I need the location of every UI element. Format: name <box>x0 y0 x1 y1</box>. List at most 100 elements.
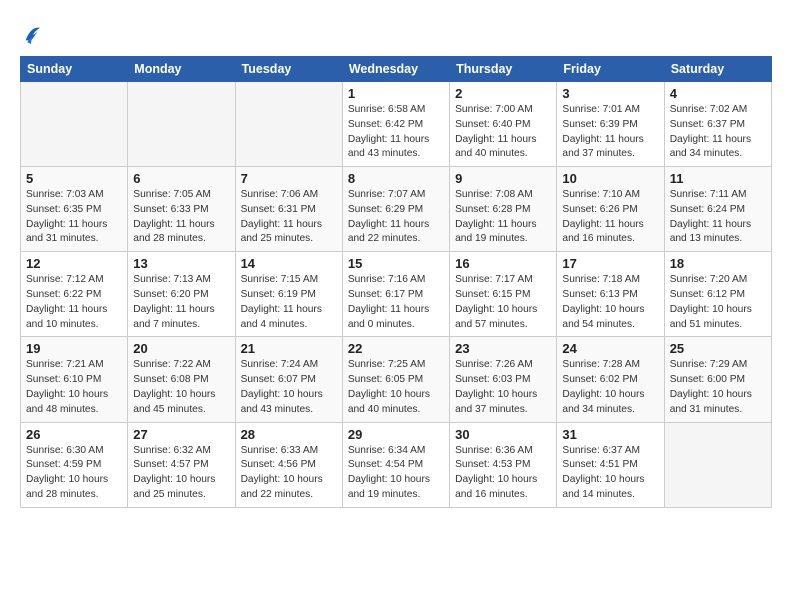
calendar-cell: 10 Sunrise: 7:10 AMSunset: 6:26 PMDayligh… <box>557 167 664 252</box>
day-info: Sunrise: 7:17 AMSunset: 6:15 PMDaylight:… <box>455 273 551 332</box>
calendar-cell: 12 Sunrise: 7:12 AMSunset: 6:22 PMDayligh… <box>21 252 128 337</box>
calendar-cell: 7Sunrise: 7:06 AMSunset: 6:31 PMDaylight… <box>235 167 342 252</box>
day-info: Sunrise: 7:29 AMSunset: 6:00 PMDaylight:… <box>670 358 766 417</box>
calendar-cell: 9Sunrise: 7:08 AMSunset: 6:28 PMDaylight… <box>450 167 557 252</box>
day-info: Sunrise: 7:07 AMSunset: 6:29 PMDaylight:… <box>348 188 444 247</box>
day-number: 3 <box>562 86 658 101</box>
day-number: 15 <box>348 256 444 271</box>
day-info: Sunrise: 7:10 AMSunset: 6:26 PMDaylight:… <box>562 188 658 247</box>
day-number: 8 <box>348 171 444 186</box>
day-number: 6 <box>133 171 229 186</box>
day-number: 19 <box>26 341 122 356</box>
header <box>20 20 772 46</box>
day-number: 18 <box>670 256 766 271</box>
day-info: Sunrise: 7:05 AMSunset: 6:33 PMDaylight:… <box>133 188 229 247</box>
calendar-cell: 27 Sunrise: 6:32 AMSunset: 4:57 PMDayligh… <box>128 422 235 507</box>
day-number: 14 <box>241 256 337 271</box>
day-number: 20 <box>133 341 229 356</box>
day-number: 25 <box>670 341 766 356</box>
calendar-cell: 24 Sunrise: 7:28 AMSunset: 6:02 PMDayligh… <box>557 337 664 422</box>
day-info: Sunrise: 7:20 AMSunset: 6:12 PMDaylight:… <box>670 273 766 332</box>
day-number: 22 <box>348 341 444 356</box>
calendar-cell: 4 Sunrise: 7:02 AMSunset: 6:37 PMDaylight… <box>664 82 771 167</box>
day-info: Sunrise: 7:25 AMSunset: 6:05 PMDaylight:… <box>348 358 444 417</box>
day-number: 24 <box>562 341 658 356</box>
day-info: Sunrise: 7:26 AMSunset: 6:03 PMDaylight:… <box>455 358 551 417</box>
calendar-page: SundayMondayTuesdayWednesdayThursdayFrid… <box>0 0 792 523</box>
day-info: Sunrise: 7:03 AMSunset: 6:35 PMDaylight:… <box>26 188 122 247</box>
calendar-cell <box>128 82 235 167</box>
weekday-header-wednesday: Wednesday <box>342 57 449 82</box>
calendar-cell: 14Sunrise: 7:15 AMSunset: 6:19 PMDayligh… <box>235 252 342 337</box>
calendar-week-row: 1 Sunrise: 6:58 AMSunset: 6:42 PMDaylight… <box>21 82 772 167</box>
calendar-week-row: 26 Sunrise: 6:30 AMSunset: 4:59 PMDayligh… <box>21 422 772 507</box>
day-info: Sunrise: 7:13 AMSunset: 6:20 PMDaylight:… <box>133 273 229 332</box>
calendar-cell: 2 Sunrise: 7:00 AMSunset: 6:40 PMDaylight… <box>450 82 557 167</box>
day-info: Sunrise: 7:12 AMSunset: 6:22 PMDaylight:… <box>26 273 122 332</box>
calendar-cell: 26 Sunrise: 6:30 AMSunset: 4:59 PMDayligh… <box>21 422 128 507</box>
day-info: Sunrise: 7:02 AMSunset: 6:37 PMDaylight:… <box>670 103 766 162</box>
day-number: 5 <box>26 171 122 186</box>
day-number: 2 <box>455 86 551 101</box>
calendar-cell <box>664 422 771 507</box>
calendar-cell <box>21 82 128 167</box>
calendar-cell: 17 Sunrise: 7:18 AMSunset: 6:13 PMDayligh… <box>557 252 664 337</box>
calendar-cell: 21Sunrise: 7:24 AMSunset: 6:07 PMDayligh… <box>235 337 342 422</box>
calendar-cell: 3 Sunrise: 7:01 AMSunset: 6:39 PMDaylight… <box>557 82 664 167</box>
day-number: 1 <box>348 86 444 101</box>
calendar-cell: 19Sunrise: 7:21 AMSunset: 6:10 PMDayligh… <box>21 337 128 422</box>
day-number: 26 <box>26 427 122 442</box>
calendar-cell: 1 Sunrise: 6:58 AMSunset: 6:42 PMDaylight… <box>342 82 449 167</box>
logo-bird-icon <box>22 24 40 46</box>
day-number: 29 <box>348 427 444 442</box>
day-number: 9 <box>455 171 551 186</box>
calendar-cell: 22 Sunrise: 7:25 AMSunset: 6:05 PMDayligh… <box>342 337 449 422</box>
day-number: 13 <box>133 256 229 271</box>
day-info: Sunrise: 6:32 AMSunset: 4:57 PMDaylight:… <box>133 444 229 503</box>
day-info: Sunrise: 7:24 AMSunset: 6:07 PMDaylight:… <box>241 358 337 417</box>
day-number: 4 <box>670 86 766 101</box>
day-info: Sunrise: 7:22 AMSunset: 6:08 PMDaylight:… <box>133 358 229 417</box>
calendar-cell <box>235 82 342 167</box>
calendar-cell: 16 Sunrise: 7:17 AMSunset: 6:15 PMDayligh… <box>450 252 557 337</box>
day-number: 28 <box>241 427 337 442</box>
day-info: Sunrise: 7:28 AMSunset: 6:02 PMDaylight:… <box>562 358 658 417</box>
day-number: 30 <box>455 427 551 442</box>
calendar-cell: 11 Sunrise: 7:11 AMSunset: 6:24 PMDayligh… <box>664 167 771 252</box>
day-info: Sunrise: 6:36 AMSunset: 4:53 PMDaylight:… <box>455 444 551 503</box>
calendar-header-row: SundayMondayTuesdayWednesdayThursdayFrid… <box>21 57 772 82</box>
day-number: 27 <box>133 427 229 442</box>
calendar-cell: 18 Sunrise: 7:20 AMSunset: 6:12 PMDayligh… <box>664 252 771 337</box>
logo <box>20 24 40 46</box>
weekday-header-sunday: Sunday <box>21 57 128 82</box>
weekday-header-tuesday: Tuesday <box>235 57 342 82</box>
day-number: 17 <box>562 256 658 271</box>
day-number: 10 <box>562 171 658 186</box>
day-info: Sunrise: 7:16 AMSunset: 6:17 PMDaylight:… <box>348 273 444 332</box>
day-info: Sunrise: 6:30 AMSunset: 4:59 PMDaylight:… <box>26 444 122 503</box>
calendar-cell: 8 Sunrise: 7:07 AMSunset: 6:29 PMDaylight… <box>342 167 449 252</box>
day-info: Sunrise: 7:06 AMSunset: 6:31 PMDaylight:… <box>241 188 337 247</box>
weekday-header-monday: Monday <box>128 57 235 82</box>
calendar-cell: 6 Sunrise: 7:05 AMSunset: 6:33 PMDaylight… <box>128 167 235 252</box>
calendar-week-row: 12 Sunrise: 7:12 AMSunset: 6:22 PMDayligh… <box>21 252 772 337</box>
calendar-cell: 15 Sunrise: 7:16 AMSunset: 6:17 PMDayligh… <box>342 252 449 337</box>
weekday-header-friday: Friday <box>557 57 664 82</box>
calendar-cell: 30 Sunrise: 6:36 AMSunset: 4:53 PMDayligh… <box>450 422 557 507</box>
day-info: Sunrise: 6:58 AMSunset: 6:42 PMDaylight:… <box>348 103 444 162</box>
calendar-cell: 25 Sunrise: 7:29 AMSunset: 6:00 PMDayligh… <box>664 337 771 422</box>
day-info: Sunrise: 7:00 AMSunset: 6:40 PMDaylight:… <box>455 103 551 162</box>
day-number: 12 <box>26 256 122 271</box>
calendar-cell: 5 Sunrise: 7:03 AMSunset: 6:35 PMDaylight… <box>21 167 128 252</box>
day-number: 23 <box>455 341 551 356</box>
day-number: 11 <box>670 171 766 186</box>
calendar-cell: 13 Sunrise: 7:13 AMSunset: 6:20 PMDayligh… <box>128 252 235 337</box>
day-info: Sunrise: 7:18 AMSunset: 6:13 PMDaylight:… <box>562 273 658 332</box>
day-info: Sunrise: 6:34 AMSunset: 4:54 PMDaylight:… <box>348 444 444 503</box>
calendar-cell: 28Sunrise: 6:33 AMSunset: 4:56 PMDayligh… <box>235 422 342 507</box>
day-info: Sunrise: 7:11 AMSunset: 6:24 PMDaylight:… <box>670 188 766 247</box>
day-number: 16 <box>455 256 551 271</box>
calendar-cell: 29 Sunrise: 6:34 AMSunset: 4:54 PMDayligh… <box>342 422 449 507</box>
calendar-cell: 20 Sunrise: 7:22 AMSunset: 6:08 PMDayligh… <box>128 337 235 422</box>
day-info: Sunrise: 7:01 AMSunset: 6:39 PMDaylight:… <box>562 103 658 162</box>
